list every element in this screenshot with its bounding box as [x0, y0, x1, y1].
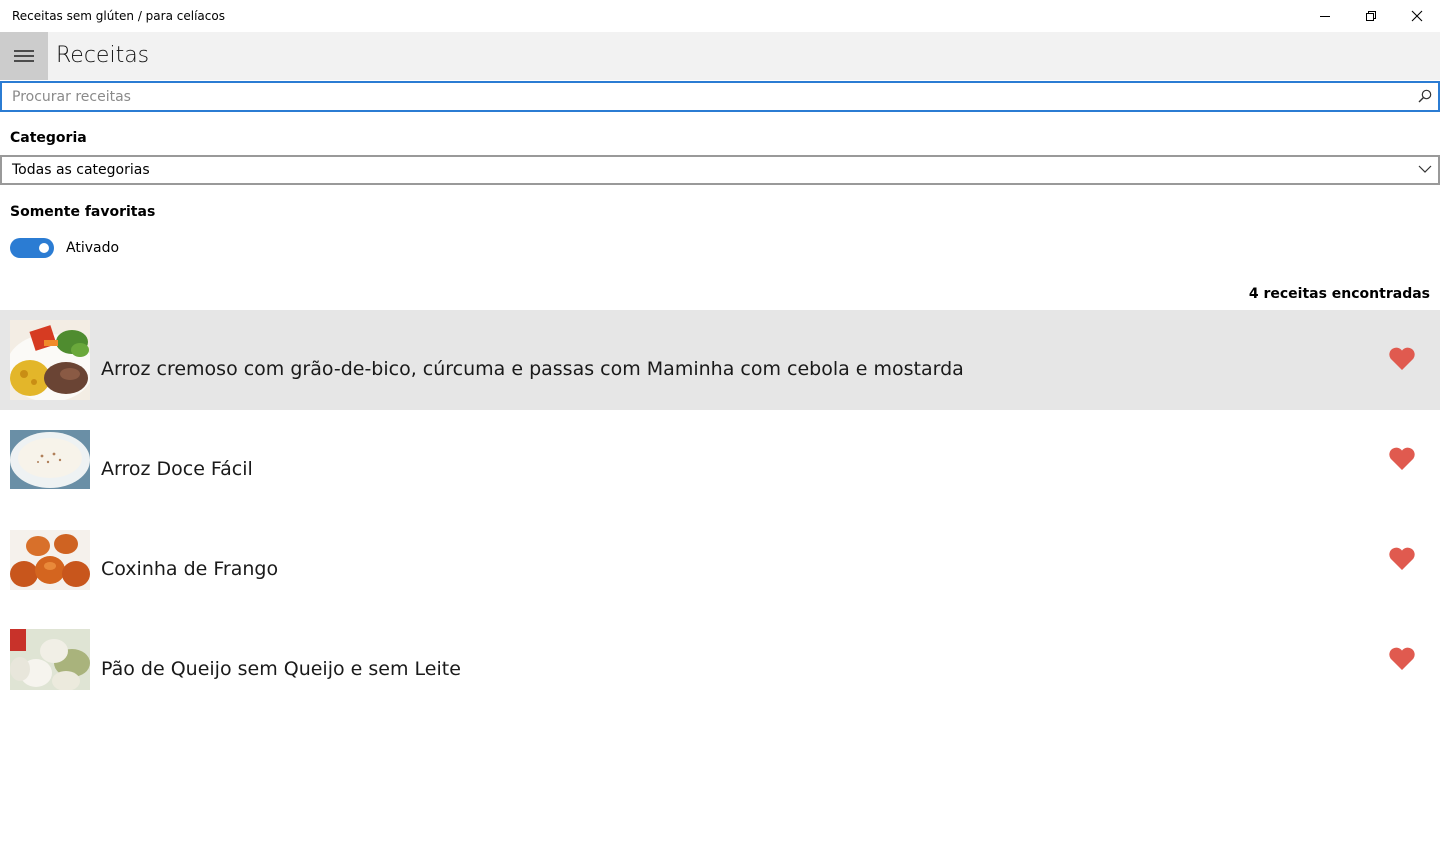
search-input[interactable] — [12, 87, 1402, 107]
recipe-photo-rice-pudding — [10, 430, 90, 489]
favorites-label: Somente favoritas — [10, 204, 156, 220]
minimize-button[interactable] — [1302, 0, 1348, 32]
category-selected-value: Todas as categorias — [12, 162, 150, 178]
recipe-list-item[interactable]: Arroz Doce Fácil — [0, 410, 1440, 510]
recipe-title: Arroz Doce Fácil — [101, 458, 253, 480]
favorite-heart-icon[interactable] — [1388, 447, 1416, 471]
search-icon[interactable] — [1418, 89, 1432, 103]
close-icon — [1411, 10, 1423, 22]
restore-button[interactable] — [1348, 0, 1394, 32]
restore-icon — [1366, 11, 1376, 21]
window-title: Receitas sem glúten / para celíacos — [12, 9, 225, 23]
hamburger-icon — [14, 50, 34, 62]
recipe-photo-coxinha — [10, 530, 90, 590]
hamburger-menu-button[interactable] — [0, 32, 48, 80]
recipe-thumbnail — [10, 629, 90, 690]
minimize-icon — [1320, 16, 1330, 17]
close-button[interactable] — [1394, 0, 1440, 32]
recipe-title: Pão de Queijo sem Queijo e sem Leite — [101, 658, 461, 680]
recipe-photo-rice-plate — [10, 320, 90, 400]
recipe-list-item[interactable]: Pão de Queijo sem Queijo e sem Leite — [0, 610, 1440, 710]
chevron-down-icon — [1418, 165, 1432, 173]
recipe-thumbnail — [10, 320, 90, 400]
title-bar: Receitas sem glúten / para celíacos — [0, 0, 1440, 32]
search-box[interactable] — [0, 81, 1440, 112]
recipe-list-item[interactable]: Arroz cremoso com grão-de-bico, cúrcuma … — [0, 310, 1440, 410]
toggle-knob — [39, 243, 49, 253]
recipe-photo-pao-de-queijo — [10, 629, 90, 690]
recipe-list: Arroz cremoso com grão-de-bico, cúrcuma … — [0, 310, 1440, 710]
recipe-title: Arroz cremoso com grão-de-bico, cúrcuma … — [101, 358, 964, 380]
category-dropdown[interactable]: Todas as categorias — [0, 155, 1440, 185]
favorite-heart-icon[interactable] — [1388, 547, 1416, 571]
app-header: Receitas — [0, 32, 1440, 80]
favorites-toggle-state: Ativado — [66, 240, 120, 256]
favorite-heart-icon[interactable] — [1388, 647, 1416, 671]
recipe-list-item[interactable]: Coxinha de Frango — [0, 510, 1440, 610]
recipe-thumbnail — [10, 430, 90, 489]
category-label: Categoria — [10, 130, 87, 146]
recipe-thumbnail — [10, 530, 90, 590]
recipe-title: Coxinha de Frango — [101, 558, 279, 580]
favorites-toggle[interactable] — [10, 238, 54, 258]
favorite-heart-icon[interactable] — [1388, 347, 1416, 371]
page-title: Receitas — [56, 43, 150, 68]
results-count: 4 receitas encontradas — [1248, 286, 1430, 302]
